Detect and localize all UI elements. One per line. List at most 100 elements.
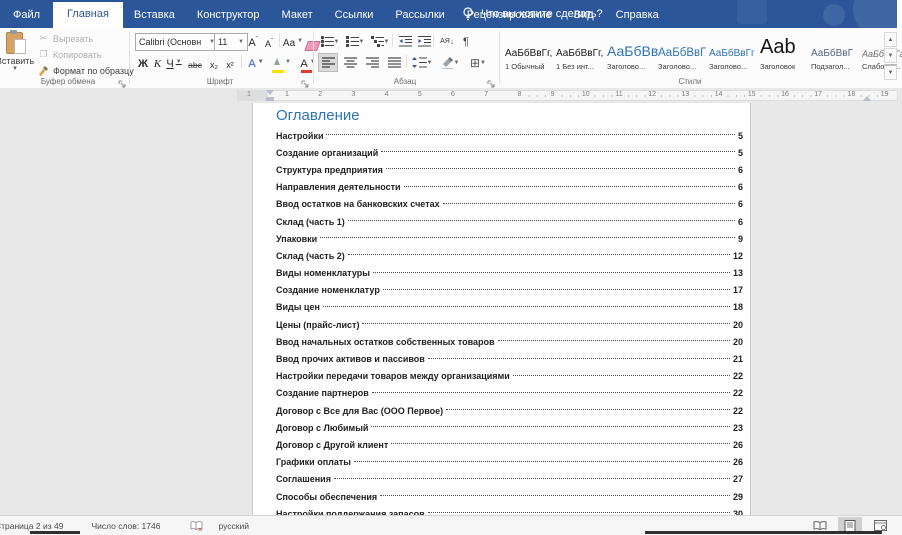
toc-entry-page: 6 (738, 165, 743, 175)
clipboard-dialog-launcher[interactable] (117, 76, 127, 86)
align-center-button[interactable] (340, 53, 360, 72)
cut-button[interactable]: ✂ Вырезать (38, 32, 134, 45)
tell-me-box[interactable]: Что вы хотите сделать? (462, 0, 603, 28)
toc-entry[interactable]: Договор с Любимый23 (276, 419, 743, 436)
line-spacing-button[interactable]: ▼ (409, 53, 435, 72)
text-highlight-button[interactable]: ▼ (270, 54, 292, 70)
numbering-button[interactable]: ▼ (343, 32, 367, 51)
tab-Конструктор[interactable]: Конструктор (186, 2, 271, 28)
toc-entry-label: Цены (прайс-лист) (276, 320, 359, 330)
shrink-font-button[interactable]: Аˇ (262, 33, 276, 49)
toc-title[interactable]: Оглавление (276, 107, 360, 124)
style-card-label: Заголовок (760, 62, 795, 71)
underline-letter: Ч (166, 58, 173, 70)
paragraph-dialog-launcher[interactable] (486, 76, 496, 86)
bold-button[interactable]: Ж (137, 54, 149, 70)
toc-entry[interactable]: Виды цен18 (276, 299, 743, 316)
align-left-button[interactable] (318, 53, 338, 72)
toc-entry[interactable]: Ввод остатков на банковских счетах6 (276, 196, 743, 213)
justify-button[interactable] (384, 53, 404, 72)
font-name-combobox[interactable]: Calibri (Основн▼ (135, 33, 219, 51)
tab-Главная[interactable]: Главная (53, 2, 123, 28)
style-card[interactable]: АаБбВвГг,1 Без инт... (553, 31, 604, 83)
tab-Вставка[interactable]: Вставка (123, 2, 186, 28)
style-card[interactable]: АаБбВвГгЗаголово... (706, 31, 757, 83)
sort-button[interactable]: АЯ↓ (436, 32, 458, 51)
toc-entry-label: Ввод прочих активов и пассивов (276, 354, 425, 364)
toc-entry[interactable]: Структура предприятия6 (276, 161, 743, 178)
toc-entry[interactable]: Создание организаций5 (276, 144, 743, 161)
tab-Рассылки[interactable]: Рассылки (384, 2, 455, 28)
paste-dropdown-caret[interactable]: ▼ (12, 66, 18, 72)
font-group-label: Шрифт (185, 77, 255, 86)
toc-entry[interactable]: Договор с Другой клиент26 (276, 436, 743, 453)
style-card[interactable]: АаБбВвГг,1 Обычный (502, 31, 553, 83)
horizontal-ruler[interactable]: 1 12345678910111213141516171819 (237, 90, 898, 101)
bullets-button[interactable]: ▼ (318, 32, 342, 51)
decrease-indent-button[interactable] (395, 32, 415, 51)
toc-entry[interactable]: Настройки5 (276, 127, 743, 144)
toc-entry-label: Упаковки (276, 234, 317, 244)
text-effects-button[interactable]: А▼ (246, 54, 266, 70)
multilevel-list-button[interactable]: ▼ (368, 32, 392, 51)
language-indicator[interactable]: русский (218, 521, 249, 531)
underline-button[interactable]: Ч▼ (166, 54, 182, 70)
style-card[interactable]: АаБбВвЗаголово... (604, 31, 655, 83)
toc-entry[interactable]: Создание номенклатур17 (276, 282, 743, 299)
paste-button[interactable]: Вставить ▼ (0, 31, 36, 83)
toc-entry[interactable]: Ввод прочих активов и пассивов21 (276, 350, 743, 367)
style-card[interactable]: AabЗаголовок (757, 31, 808, 83)
left-indent-marker[interactable] (266, 97, 274, 101)
page-indicator[interactable]: Страница 2 из 49 (0, 521, 63, 531)
tab-Макет[interactable]: Макет (271, 2, 324, 28)
style-card[interactable]: АаБбВвГПодзагол... (808, 31, 859, 83)
font-dialog-launcher[interactable] (300, 76, 310, 86)
font-size-combobox[interactable]: 11▼ (214, 33, 248, 51)
tab-Ссылки[interactable]: Ссылки (324, 2, 385, 28)
styles-more-button[interactable]: ▼ (884, 64, 897, 80)
toc-entry[interactable]: Создание партнеров22 (276, 385, 743, 402)
toc-entry[interactable]: Склад (часть 2)12 (276, 247, 743, 264)
toc-entry[interactable]: Направления деятельности6 (276, 179, 743, 196)
pilcrow-button[interactable]: ¶ (458, 32, 474, 51)
toc-entry[interactable]: Цены (прайс-лист)20 (276, 316, 743, 333)
subscript-button[interactable]: x₂ (207, 54, 221, 70)
toc-entry[interactable]: Способы обеспечения29 (276, 488, 743, 505)
toc-dot-leader (354, 460, 730, 462)
styles-scroll-up-button[interactable]: ▲ (884, 32, 897, 47)
align-right-button[interactable] (362, 53, 382, 72)
shading-button[interactable]: ▼ (437, 53, 463, 72)
font-color-button[interactable]: А ▼ (297, 54, 319, 70)
toc-entry[interactable]: Соглашения27 (276, 471, 743, 488)
tab-Справка[interactable]: Справка (605, 2, 670, 28)
ruler-number: 8 (515, 91, 523, 98)
superscript-button[interactable]: x² (223, 54, 237, 70)
copy-button[interactable]: ❐ Копировать (38, 48, 134, 61)
increase-indent-button[interactable] (414, 32, 434, 51)
toc-entry[interactable]: Графики оплаты26 (276, 454, 743, 471)
word-count[interactable]: Число слов: 1746 (91, 521, 160, 531)
change-case-button[interactable]: Aa▼ (283, 33, 303, 49)
toc-entry[interactable]: Виды номенклатуры13 (276, 265, 743, 282)
paragraph-group-label: Абзац (370, 77, 440, 86)
style-card-label: 1 Без инт... (556, 62, 594, 71)
styles-scroll-down-button[interactable]: ▼ (884, 48, 897, 63)
document-page[interactable]: Оглавление Настройки5Создание организаци… (252, 103, 751, 515)
style-card[interactable]: АаБбВвГЗаголово... (655, 31, 706, 83)
strikethrough-button[interactable]: abc (186, 54, 204, 70)
toc-entry[interactable]: Упаковки9 (276, 230, 743, 247)
borders-button[interactable]: ⊞▼ (465, 53, 491, 72)
divider (406, 55, 407, 68)
proofing-status-icon[interactable]: ✕ (190, 521, 202, 531)
toc-entry[interactable]: Настройки поддержания запасов30 (276, 505, 743, 515)
toc-dot-leader (513, 374, 730, 376)
toc-entry[interactable]: Настройки передачи товаров между организ… (276, 368, 743, 385)
italic-button[interactable]: К (152, 54, 163, 70)
right-indent-marker[interactable] (863, 92, 871, 101)
toc-entry[interactable]: Ввод начальных остатков собственных това… (276, 333, 743, 350)
toc-entry[interactable]: Склад (часть 1)6 (276, 213, 743, 230)
toc-entry[interactable]: Договор с Все для Вас (ООО Первое)22 (276, 402, 743, 419)
grow-font-button[interactable]: Аˆ (246, 33, 260, 49)
ruler-number: 7 (482, 91, 490, 98)
tab-Файл[interactable]: Файл (0, 2, 53, 28)
